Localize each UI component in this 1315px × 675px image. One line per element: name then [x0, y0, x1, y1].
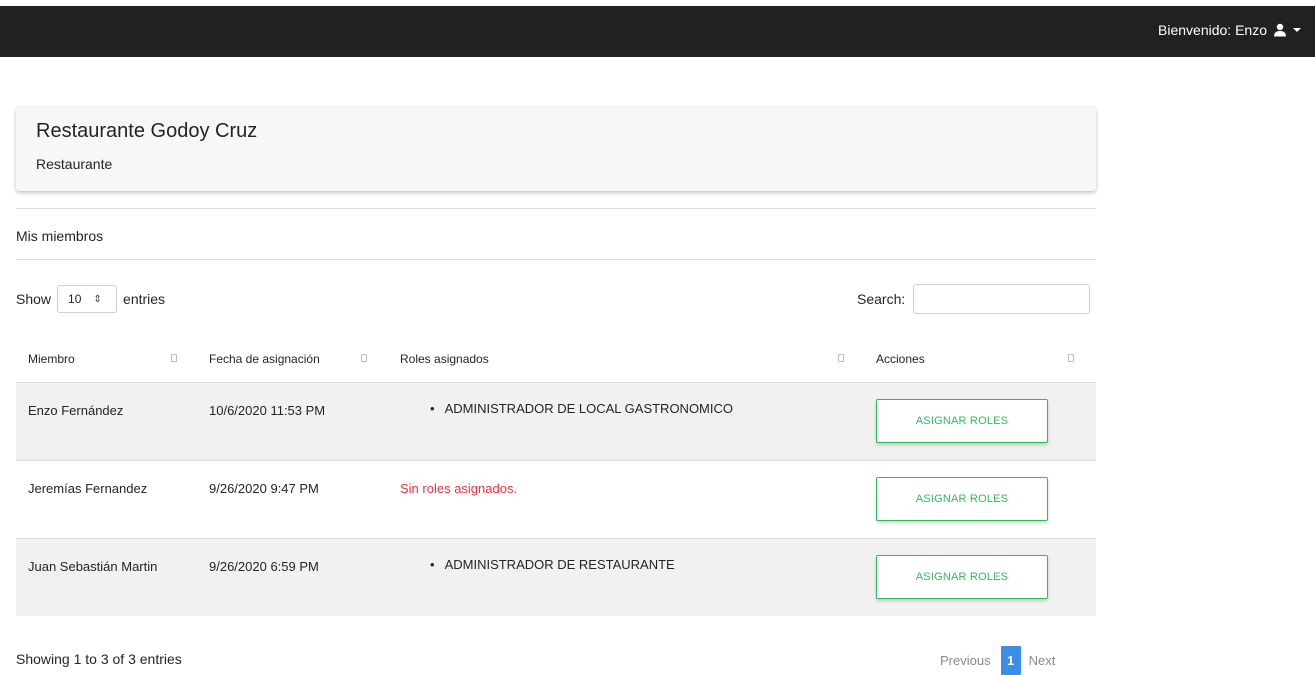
show-label: Show: [16, 291, 52, 307]
table-row: Jeremías Fernandez 9/26/2020 9:47 PM Sin…: [16, 460, 1096, 538]
pagination-page-1[interactable]: 1: [1000, 646, 1021, 675]
role-list-item: • ADMINISTRADOR DE LOCAL GASTRONOMICO: [430, 401, 733, 416]
card-title: Restaurante Godoy Cruz: [36, 120, 258, 142]
sort-icon[interactable]: [838, 354, 844, 362]
table-header: Miembro Fecha de asignación Roles asigna…: [16, 336, 1096, 382]
bullet-icon: •: [430, 401, 435, 416]
role-name: ADMINISTRADOR DE LOCAL GASTRONOMICO: [444, 401, 733, 416]
member-name: Jeremías Fernandez: [28, 481, 148, 496]
page-length-value: 10: [68, 292, 82, 306]
select-arrows-icon: ⇕: [93, 293, 102, 305]
page-length-select[interactable]: 10 ⇕: [57, 285, 118, 313]
sort-icon[interactable]: [361, 354, 367, 362]
caret-down-icon: [1293, 27, 1301, 33]
pagination: Previous 1 Next: [940, 646, 1055, 675]
bullet-icon: •: [430, 557, 435, 572]
divider: [16, 208, 1096, 209]
no-roles-message: Sin roles asignados.: [400, 481, 518, 496]
assignment-date: 9/26/2020 9:47 PM: [209, 481, 319, 496]
top-navbar: Bienvenido: Enzo: [0, 6, 1315, 57]
column-header-date[interactable]: Fecha de asignación: [209, 336, 320, 382]
assign-roles-button[interactable]: ASIGNAR ROLES: [876, 399, 1048, 443]
card-subtitle: Restaurante: [36, 156, 113, 172]
column-header-roles[interactable]: Roles asignados: [400, 336, 489, 382]
entries-label: entries: [123, 291, 166, 307]
column-header-member[interactable]: Miembro: [28, 336, 75, 382]
assign-roles-button[interactable]: ASIGNAR ROLES: [876, 477, 1048, 521]
search-input[interactable]: [913, 284, 1091, 314]
sort-icon[interactable]: [171, 354, 177, 362]
welcome-text: Bienvenido: Enzo: [1158, 22, 1267, 38]
table-info: Showing 1 to 3 of 3 entries: [16, 651, 182, 667]
sort-icon[interactable]: [1068, 354, 1074, 362]
restaurant-card: Restaurante Godoy Cruz Restaurante: [16, 107, 1096, 191]
table-row: Juan Sebastián Martin 9/26/2020 6:59 PM …: [16, 538, 1096, 616]
user-icon: [1273, 23, 1287, 37]
search-label: Search:: [857, 291, 906, 307]
table-row: Enzo Fernández 10/6/2020 11:53 PM • ADMI…: [16, 382, 1096, 460]
assignment-date: 9/26/2020 6:59 PM: [209, 559, 319, 574]
assignment-date: 10/6/2020 11:53 PM: [209, 403, 326, 418]
page-length-control: Show 10 ⇕ entries: [16, 285, 165, 313]
section-title: Mis miembros: [16, 228, 104, 244]
pagination-next[interactable]: Next: [1029, 653, 1056, 668]
search-control: Search:: [857, 284, 1091, 314]
member-name: Enzo Fernández: [28, 403, 124, 418]
pagination-previous[interactable]: Previous: [940, 653, 991, 668]
divider: [16, 259, 1096, 260]
user-menu[interactable]: Bienvenido: Enzo: [1158, 22, 1301, 38]
role-name: ADMINISTRADOR DE RESTAURANTE: [444, 557, 675, 572]
role-list-item: • ADMINISTRADOR DE RESTAURANTE: [430, 557, 675, 572]
column-header-actions[interactable]: Acciones: [876, 336, 925, 382]
assign-roles-button[interactable]: ASIGNAR ROLES: [876, 555, 1048, 599]
member-name: Juan Sebastián Martin: [28, 559, 158, 574]
